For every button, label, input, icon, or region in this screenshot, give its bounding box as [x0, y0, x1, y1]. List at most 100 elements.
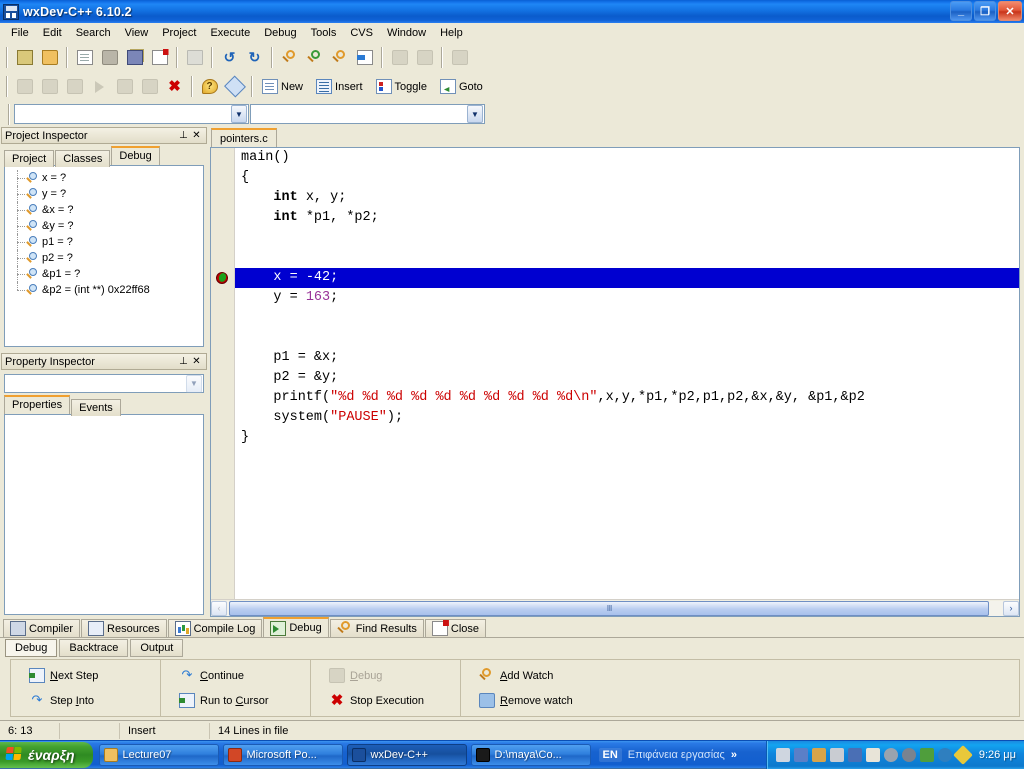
menu-item-window[interactable]: Window	[380, 25, 433, 41]
code-line[interactable]	[241, 328, 1019, 348]
save-all-button[interactable]	[123, 47, 146, 69]
menu-item-tools[interactable]: Tools	[304, 25, 344, 41]
next-step-button[interactable]: Next Step	[25, 666, 146, 685]
tab-debug-panel[interactable]: Debug	[263, 617, 328, 637]
remove-watch-button[interactable]: Remove watch	[475, 691, 597, 710]
watch-item[interactable]: y = ?	[9, 186, 203, 202]
compile-and-run-button[interactable]	[113, 76, 136, 98]
editor-horizontal-scrollbar[interactable]: ‹ ‖‖ ›	[211, 599, 1019, 616]
replace-button[interactable]	[303, 47, 326, 69]
taskbar-item-wxdevcpp[interactable]: wxDev-C++	[347, 744, 467, 766]
code-line[interactable]: {	[241, 168, 1019, 188]
minimize-button[interactable]: _	[950, 1, 972, 21]
menu-item-edit[interactable]: Edit	[36, 25, 69, 41]
globe-icon[interactable]	[938, 748, 952, 762]
watch-item[interactable]: p2 = ?	[9, 250, 203, 266]
insert-snippet-button[interactable]: Insert	[313, 76, 369, 98]
restore-button[interactable]: ❐	[974, 1, 996, 21]
undo-button[interactable]: ↺	[218, 47, 241, 69]
run-to-cursor-button[interactable]: Run to Cursor	[175, 691, 296, 710]
code-line[interactable]	[241, 228, 1019, 248]
compile-run-button[interactable]	[448, 47, 471, 69]
shield-icon[interactable]	[902, 748, 916, 762]
toggle-bookmark-button[interactable]: Toggle	[373, 76, 433, 98]
code-line[interactable]: int x, y;	[241, 188, 1019, 208]
editor-gutter[interactable]	[211, 148, 235, 599]
close-icon[interactable]: ✕	[190, 130, 203, 141]
help-button[interactable]: ?	[198, 76, 221, 98]
tab-close-panel[interactable]: Close	[425, 619, 486, 637]
chevron-down-icon[interactable]: ▼	[467, 105, 483, 123]
code-line[interactable]: p2 = &y;	[241, 368, 1019, 388]
debug-toolbar-button[interactable]	[138, 76, 161, 98]
add-watch-button[interactable]: Add Watch	[475, 666, 597, 685]
tab-project[interactable]: Project	[4, 150, 54, 167]
chevron-down-icon[interactable]: ▼	[186, 375, 202, 393]
volume-icon[interactable]	[866, 748, 880, 762]
tab-events[interactable]: Events	[71, 399, 121, 416]
menu-item-search[interactable]: Search	[69, 25, 118, 41]
new-source-button[interactable]: New	[259, 76, 309, 98]
class-browser-combo[interactable]: ▼	[14, 104, 249, 124]
subtab-output[interactable]: Output	[130, 639, 183, 657]
tab-debug[interactable]: Debug	[111, 146, 159, 165]
stop-execution-button[interactable]: ✖ Stop Execution	[325, 691, 446, 710]
start-button[interactable]: έναρξη	[0, 742, 93, 768]
code-line[interactable]: printf("%d %d %d %d %d %d %d %d %d %d\n"…	[241, 388, 1019, 408]
build-button[interactable]	[38, 76, 61, 98]
find-button[interactable]	[278, 47, 301, 69]
watch-item[interactable]: &p1 = ?	[9, 266, 203, 282]
run-button[interactable]	[413, 47, 436, 69]
scrollbar-thumb[interactable]: ‖‖	[229, 601, 989, 616]
subtab-backtrace[interactable]: Backtrace	[59, 639, 128, 657]
compile-button[interactable]	[388, 47, 411, 69]
scroll-left-arrow-icon[interactable]: ‹	[211, 601, 227, 616]
code-line[interactable]: y = 163;	[241, 288, 1019, 308]
menu-item-view[interactable]: View	[118, 25, 156, 41]
close-button[interactable]: ✕	[998, 1, 1022, 21]
language-indicator[interactable]: EN	[599, 748, 622, 762]
monitor-icon[interactable]	[830, 748, 844, 762]
compile-project-button[interactable]	[13, 76, 36, 98]
menu-item-project[interactable]: Project	[155, 25, 203, 41]
chevron-down-icon[interactable]: ▼	[231, 105, 247, 123]
goto-bookmark-button[interactable]: Goto	[437, 76, 489, 98]
breakpoint-icon[interactable]	[216, 272, 229, 285]
run-program-button[interactable]	[88, 76, 111, 98]
binoculars-icon[interactable]	[848, 748, 862, 762]
code-line[interactable]: main()	[241, 148, 1019, 168]
taskbar-item-console[interactable]: D:\maya\Co...	[471, 744, 591, 766]
editor-tab-pointers-c[interactable]: pointers.c	[211, 128, 277, 147]
watch-item[interactable]: &y = ?	[9, 218, 203, 234]
property-object-combo[interactable]: ▼	[4, 374, 204, 393]
taskbar-item-lecture07[interactable]: Lecture07	[99, 744, 219, 766]
debug-run-button[interactable]: Debug	[325, 666, 446, 685]
menu-item-file[interactable]: File	[4, 25, 36, 41]
continue-button[interactable]: ↷ Continue	[175, 666, 296, 685]
code-line[interactable]	[241, 248, 1019, 268]
new-project-button[interactable]	[13, 47, 36, 69]
tab-properties[interactable]: Properties	[4, 395, 70, 414]
code-line[interactable]	[241, 308, 1019, 328]
code-line[interactable]: x = -42;	[235, 268, 1019, 288]
watch-item[interactable]: &p2 = (int **) 0x22ff68	[9, 282, 203, 298]
close-file-button[interactable]	[148, 47, 171, 69]
stop-execution-toolbar-button[interactable]: ✖	[163, 76, 186, 98]
code-line[interactable]: int *p1, *p2;	[241, 208, 1019, 228]
watch-item[interactable]: p1 = ?	[9, 234, 203, 250]
tab-classes[interactable]: Classes	[55, 150, 110, 167]
code-line[interactable]: system("PAUSE");	[241, 408, 1019, 428]
code-text-area[interactable]: main(){ int x, y; int *p1, *p2; x = -42;…	[235, 148, 1019, 599]
chevron-right-icon[interactable]: »	[731, 749, 737, 761]
menu-item-debug[interactable]: Debug	[257, 25, 303, 41]
taskbar-item-powerpoint[interactable]: Microsoft Po...	[223, 744, 343, 766]
user-account-icon[interactable]	[776, 748, 790, 762]
pin-icon[interactable]: ⊥	[177, 356, 190, 367]
menu-item-execute[interactable]: Execute	[203, 25, 257, 41]
scrollbar-track[interactable]: ‖‖	[227, 601, 1003, 616]
tab-resources[interactable]: Resources	[81, 619, 167, 637]
open-folder-button[interactable]	[38, 47, 61, 69]
new-file-button[interactable]	[73, 47, 96, 69]
tab-find-results[interactable]: Find Results	[330, 619, 424, 637]
print-button[interactable]	[183, 47, 206, 69]
